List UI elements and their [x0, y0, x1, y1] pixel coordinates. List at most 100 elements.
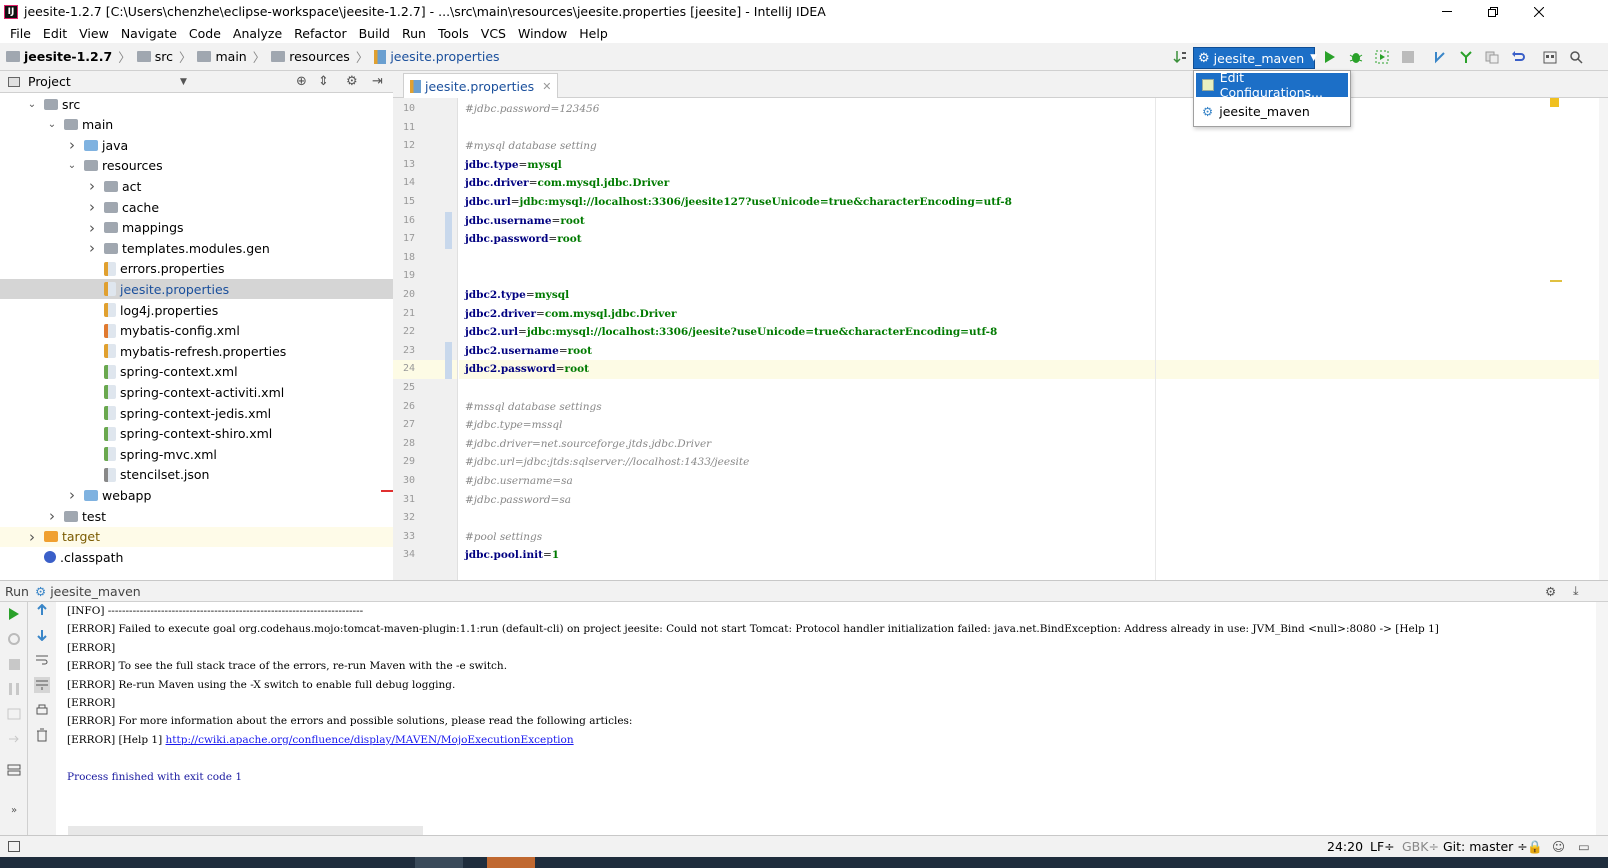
menu-tools[interactable]: Tools	[432, 26, 475, 41]
tree-item[interactable]: ⌄ main	[0, 115, 393, 135]
chevron-right-icon[interactable]: ›	[66, 486, 78, 504]
menu-navigate[interactable]: Navigate	[115, 26, 183, 41]
console-output[interactable]: [INFO] ---------------------------------…	[56, 602, 1608, 835]
tree-item[interactable]: spring-mvc.xml	[0, 444, 393, 464]
more-icon[interactable]: »	[6, 802, 22, 818]
chevron-right-icon[interactable]: ›	[86, 198, 98, 216]
tree-item[interactable]: ⌄ src	[0, 94, 393, 114]
chevron-down-icon[interactable]: ⌄	[46, 119, 58, 130]
change-marker[interactable]	[445, 341, 452, 361]
tab-jeesite-properties[interactable]: jeesite.properties ✕	[403, 73, 559, 98]
editor-scrollbar[interactable]	[1599, 98, 1608, 580]
compare-icon[interactable]	[1482, 47, 1502, 67]
run-tab-label[interactable]: jeesite_maven	[50, 584, 141, 599]
menu-help[interactable]: Help	[573, 26, 614, 41]
menu-build[interactable]: Build	[353, 26, 396, 41]
print-icon[interactable]	[34, 702, 50, 718]
tree-item[interactable]: errors.properties	[0, 259, 393, 279]
menu-code[interactable]: Code	[183, 26, 227, 41]
search-icon[interactable]	[1566, 47, 1586, 67]
close-icon[interactable]: ✕	[542, 80, 551, 93]
restore-button[interactable]	[1470, 0, 1516, 23]
pause-icon[interactable]	[6, 681, 22, 697]
chevron-down-icon[interactable]: ⌄	[26, 99, 38, 110]
minimize-button[interactable]	[1424, 0, 1470, 23]
chevron-right-icon[interactable]: ›	[26, 528, 38, 546]
rerun-icon[interactable]	[6, 606, 22, 622]
collapse-icon[interactable]: ⇕	[318, 74, 329, 89]
revert-icon[interactable]	[1508, 47, 1528, 67]
caret-position[interactable]: 24:20	[1327, 839, 1363, 854]
tree-item[interactable]: jeesite.properties	[0, 279, 393, 300]
breadcrumb-project[interactable]: jeesite-1.2.7 〉	[6, 47, 131, 66]
layout-icon[interactable]	[6, 762, 22, 778]
file-encoding[interactable]: GBK÷	[1402, 839, 1439, 854]
taskbar-item[interactable]	[487, 857, 535, 868]
tree-item[interactable]: mybatis-config.xml	[0, 321, 393, 341]
menu-edit[interactable]: Edit	[37, 26, 73, 41]
sort-down-icon[interactable]	[1170, 47, 1190, 67]
menu-view[interactable]: View	[73, 26, 115, 41]
tree-item[interactable]: spring-context-shiro.xml	[0, 424, 393, 444]
menu-analyze[interactable]: Analyze	[227, 26, 288, 41]
debug-icon[interactable]	[1346, 47, 1366, 67]
vcs-update-icon[interactable]	[1430, 47, 1450, 67]
tree-item[interactable]: ⌄ resources	[0, 156, 393, 176]
help-link[interactable]: http://cwiki.apache.org/confluence/displ…	[166, 734, 574, 746]
hector-icon[interactable]: ☺	[1552, 839, 1565, 854]
tree-item[interactable]: spring-context.xml	[0, 362, 393, 382]
breadcrumb-file[interactable]: jeesite.properties	[374, 49, 500, 64]
scroll-to-end-icon[interactable]	[34, 677, 50, 693]
chevron-down-icon[interactable]: ▼	[180, 77, 187, 87]
close-window-button[interactable]	[1516, 0, 1562, 23]
tree-item[interactable]: .classpath	[0, 547, 393, 567]
menu-vcs[interactable]: VCS	[475, 26, 512, 41]
project-structure-icon[interactable]	[1540, 47, 1560, 67]
run-config-dropdown[interactable]: ⚙ jeesite_maven ▼	[1193, 47, 1317, 69]
taskbar-item[interactable]	[415, 857, 463, 868]
edit-configurations-item[interactable]: Edit Configurations...	[1196, 70, 1348, 100]
run-icon[interactable]	[1320, 47, 1340, 67]
chevron-right-icon[interactable]: ›	[86, 239, 98, 257]
change-marker[interactable]	[445, 360, 452, 380]
exit-icon[interactable]	[6, 731, 22, 747]
menu-file[interactable]: File	[4, 26, 37, 41]
hide-icon[interactable]: ⇥	[372, 74, 383, 89]
gear-icon[interactable]: ⚙	[346, 74, 358, 89]
code-content[interactable]: #jdbc.password=123456 #mysql database set…	[459, 98, 1599, 580]
tree-item[interactable]: spring-context-activiti.xml	[0, 382, 393, 402]
tree-item[interactable]: › act	[0, 176, 393, 196]
stop-icon[interactable]	[1398, 47, 1418, 67]
project-panel-title[interactable]: Project	[28, 74, 71, 89]
console-hscrollbar[interactable]	[68, 826, 423, 835]
git-branch[interactable]: Git: master ÷	[1443, 839, 1528, 854]
breadcrumb-main[interactable]: main 〉	[197, 47, 265, 66]
dump-threads-icon[interactable]	[6, 706, 22, 722]
stop-icon[interactable]	[6, 656, 22, 672]
tree-item[interactable]: spring-context-jedis.xml	[0, 403, 393, 423]
breadcrumb-resources[interactable]: resources 〉	[271, 47, 368, 66]
jeesite-maven-item[interactable]: ⚙ jeesite_maven	[1196, 99, 1348, 123]
change-marker[interactable]	[445, 211, 452, 231]
tree-item[interactable]: log4j.properties	[0, 300, 393, 320]
minimize-panel-icon[interactable]: ⤓	[1573, 583, 1579, 599]
menu-window[interactable]: Window	[512, 26, 573, 41]
tree-item[interactable]: › target	[0, 526, 393, 547]
console-scrollbar[interactable]	[1596, 602, 1608, 835]
lock-icon[interactable]: 🔒	[1527, 839, 1543, 855]
tree-item[interactable]: › cache	[0, 197, 393, 217]
down-arrow-icon[interactable]	[34, 627, 50, 643]
up-arrow-icon[interactable]	[34, 602, 50, 618]
tree-item[interactable]: › webapp	[0, 485, 393, 505]
soft-wrap-icon[interactable]	[34, 652, 50, 668]
tree-item[interactable]: mybatis-refresh.properties	[0, 341, 393, 361]
coverage-icon[interactable]	[1372, 47, 1392, 67]
change-marker[interactable]	[445, 230, 452, 250]
locate-icon[interactable]: ⊕	[296, 74, 307, 89]
tree-item[interactable]: › test	[0, 506, 393, 526]
line-separator[interactable]: LF÷	[1370, 839, 1395, 854]
tree-item[interactable]: › mappings	[0, 218, 393, 238]
menu-refactor[interactable]: Refactor	[288, 26, 352, 41]
chevron-right-icon[interactable]: ›	[46, 507, 58, 525]
tree-item[interactable]: › java	[0, 135, 393, 155]
